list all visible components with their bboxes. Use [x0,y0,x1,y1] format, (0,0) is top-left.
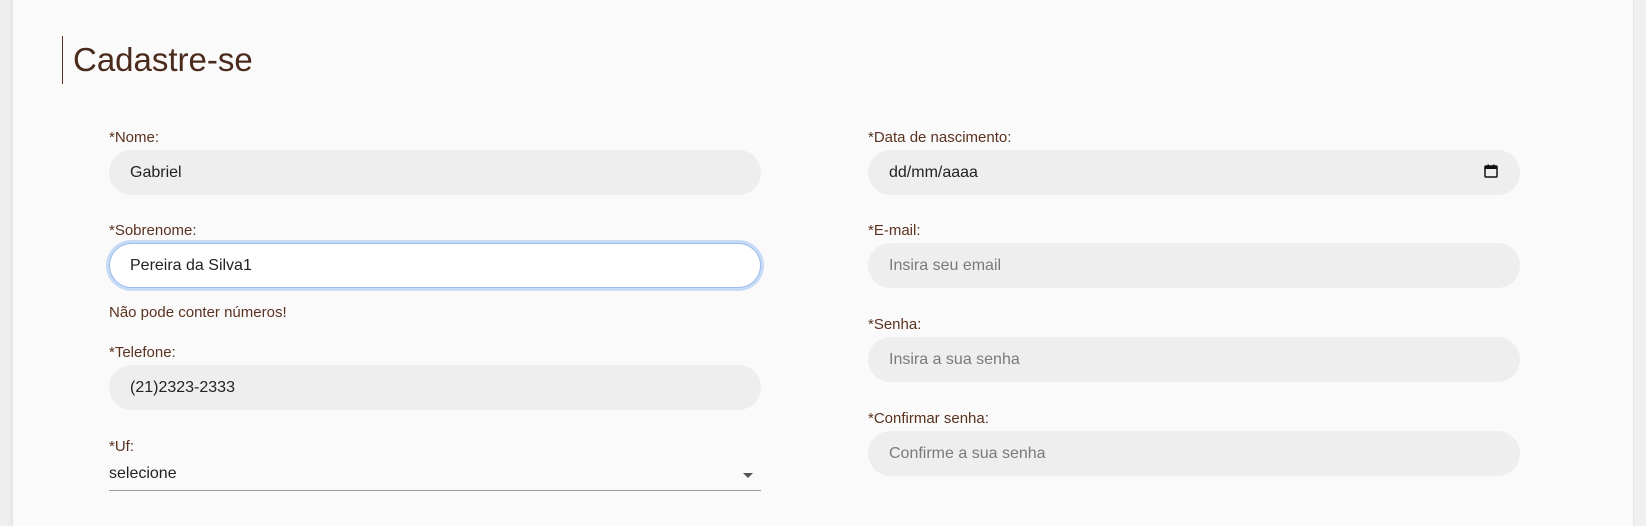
email-label: *E-mail: [868,222,921,239]
chevron-down-icon [743,473,753,478]
email-input[interactable]: Insira seu email [868,243,1520,288]
page-scrollbar[interactable] [1634,0,1646,526]
nome-input[interactable]: Gabriel [109,150,761,195]
calendar-icon[interactable] [1484,164,1498,178]
nome-label: *Nome: [109,129,160,146]
sobrenome-input[interactable]: Pereira da Silva1 [109,243,761,288]
sobrenome-error-message: Não pode conter números! [109,304,287,321]
uf-selected-value: selecione [109,465,177,482]
nascimento-value: dd/mm/aaaa [889,163,978,181]
signup-card: Cadastre-se *Nome: Gabriel *Sobrenome: P… [13,0,1633,526]
sobrenome-label: *Sobrenome: [109,222,197,239]
confirmar-senha-label: *Confirmar senha: [868,410,989,427]
confirmar-senha-input[interactable]: Confirme a sua senha [868,431,1520,476]
page-title: Cadastre-se [73,41,253,78]
uf-select[interactable]: selecione [109,460,761,491]
nascimento-input[interactable]: dd/mm/aaaa [868,150,1520,195]
nascimento-label: *Data de nascimento: [868,129,1012,146]
telefone-input[interactable]: (21)2323-2333 [109,365,761,410]
page-title-block: Cadastre-se [62,36,253,84]
senha-label: *Senha: [868,316,922,333]
uf-label: *Uf: [109,438,135,455]
telefone-label: *Telefone: [109,344,176,361]
senha-input[interactable]: Insira a sua senha [868,337,1520,382]
